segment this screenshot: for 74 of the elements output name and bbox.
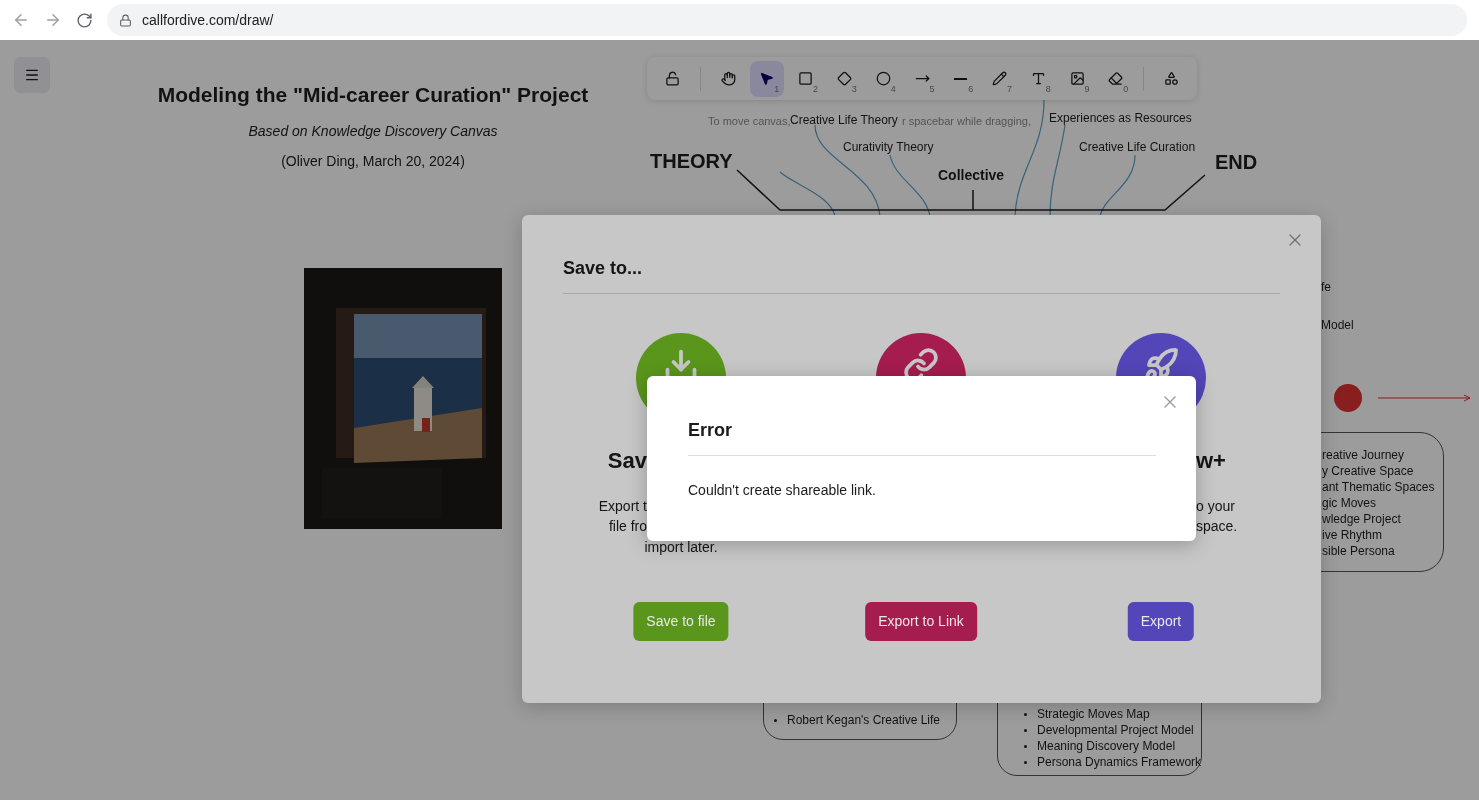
list-item: Meaning Discovery Model [1024, 738, 1201, 754]
eraser-icon [1108, 71, 1124, 86]
back-icon[interactable] [12, 11, 30, 29]
list-item: ant Thematic Spaces [1322, 479, 1436, 495]
bullet-icon [1024, 713, 1027, 717]
list-item: Robert Kegan's Creative Life [774, 712, 956, 728]
tool-button[interactable]: 1 [749, 60, 785, 97]
option-heading: Sav [607, 447, 647, 475]
option-description: space. [1196, 517, 1238, 536]
list-item: reative Journey [1322, 447, 1406, 463]
tool-button[interactable]: 9 [1059, 60, 1095, 97]
menu-icon [24, 67, 40, 83]
tool-button[interactable]: 7 [982, 60, 1017, 97]
option-description: o your [1196, 497, 1235, 516]
list-item: wledge Project [1322, 511, 1402, 527]
canvas-subtitle: Based on Knowledge Discovery Canvas [248, 122, 498, 141]
diagram-label: Creative Life Curation [1079, 140, 1196, 154]
text-icon [1030, 71, 1046, 86]
list-item: ive Rhythm [1322, 527, 1384, 543]
dialog-title: Save to... [563, 257, 643, 280]
canvas-byline: (Oliver Ding, March 20, 2024) [281, 152, 465, 171]
tool-button[interactable]: 0 [1098, 60, 1134, 97]
option-description: Export t [598, 497, 647, 516]
list-item: Developmental Project Model [1024, 722, 1201, 738]
bullet-icon [1024, 761, 1027, 765]
line-icon [954, 77, 968, 80]
diagram-label: Collective [938, 166, 1005, 184]
pointer-icon [759, 71, 775, 86]
option-description: import later. [643, 538, 719, 557]
list-item: Persona Dynamics Framework [1024, 754, 1201, 770]
tool-button[interactable]: 4 [865, 60, 901, 97]
option-button[interactable]: Export to Link [865, 602, 977, 641]
circle-icon [875, 71, 891, 86]
diagram-label: Model [1321, 318, 1354, 332]
tool-button[interactable]: 8 [1021, 60, 1056, 97]
bullet-icon [774, 719, 777, 723]
lock-icon [119, 13, 132, 27]
diagram-label: Experiences as Resources [1049, 111, 1192, 125]
option-description: file fro [608, 517, 647, 536]
list-item: sible Persona [1322, 543, 1396, 559]
dialog-title: Error [688, 419, 732, 442]
menu-button[interactable] [14, 57, 50, 93]
option-button[interactable]: Save to file [633, 602, 729, 641]
option-button[interactable]: Export [1127, 602, 1195, 641]
canvas-hint: r spacebar while dragging, [902, 114, 1032, 128]
canvas-hint: To move canvas, [708, 114, 791, 128]
shapes-icon [1164, 71, 1180, 86]
address-bar[interactable]: callfordive.com/draw/ [107, 4, 1467, 36]
hand-icon [720, 71, 736, 86]
error-message: Couldn't create shareable link. [688, 481, 876, 500]
canvas-title: Modeling the "Mid-career Curation" Project [157, 83, 589, 107]
tool-button[interactable]: 2 [788, 60, 824, 97]
lock-icon [664, 71, 680, 86]
diagram-label: THEORY [650, 149, 733, 173]
url-text: callfordive.com/draw/ [142, 10, 274, 30]
bullet-icon [1024, 745, 1027, 749]
pencil-icon [992, 71, 1008, 86]
tool-button[interactable]: 5 [904, 60, 940, 97]
reload-icon[interactable] [76, 11, 93, 29]
list-item: gic Moves [1322, 495, 1378, 511]
square-icon [798, 71, 814, 86]
list-item: Strategic Moves Map [1024, 706, 1201, 722]
diagram-label: END [1215, 150, 1258, 174]
image-icon [1069, 71, 1085, 86]
diamond-icon [837, 71, 852, 86]
bullet-icon [1024, 729, 1027, 733]
forward-icon[interactable] [44, 11, 62, 29]
tool-button[interactable]: 6 [943, 60, 979, 97]
diagram-label: fe [1321, 280, 1331, 294]
diagram-label: Curativity Theory [843, 140, 934, 154]
diagram-label: Creative Life Theory [790, 113, 898, 127]
tool-button[interactable]: 3 [827, 60, 862, 97]
option-heading: w+ [1196, 447, 1226, 475]
list-item: y Creative Space [1322, 463, 1415, 479]
